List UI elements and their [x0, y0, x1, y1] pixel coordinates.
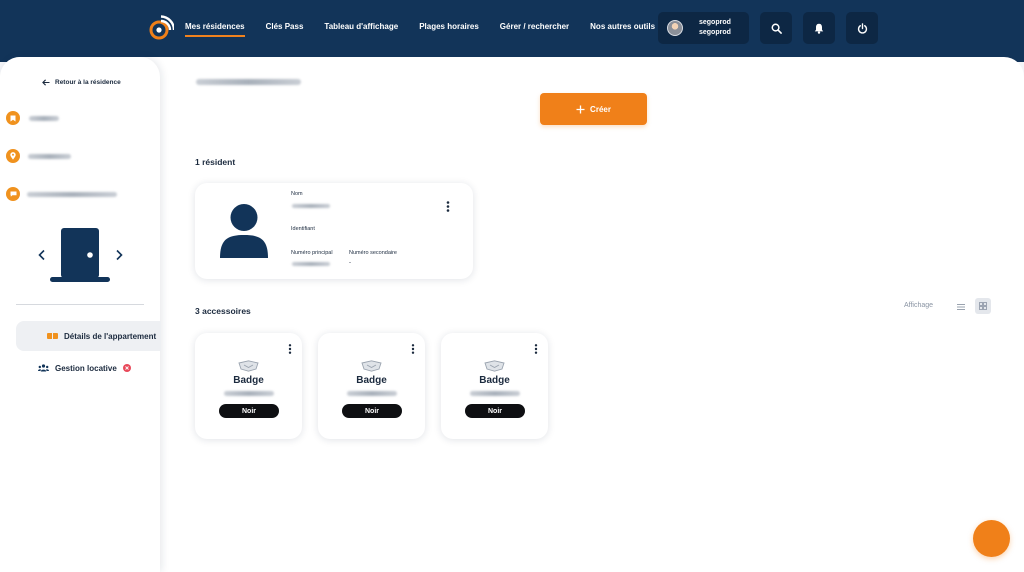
plus-icon — [576, 105, 585, 113]
sidebar-item-rental-management-label: Gestion locative — [55, 363, 117, 373]
user-names: segoprod segoprod — [699, 18, 731, 38]
user-menu-button[interactable]: segoprod segoprod — [658, 12, 749, 44]
name-label: Nom — [291, 191, 303, 197]
more-options-icon[interactable] — [411, 344, 415, 354]
list-view-icon[interactable] — [956, 302, 966, 312]
more-options-icon[interactable] — [534, 344, 538, 354]
grid-view-icon — [979, 302, 987, 310]
nav-tableau-affichage[interactable]: Tableau d'affichage — [324, 22, 398, 40]
residents-section-title: 1 résident — [195, 157, 236, 167]
app-logo-icon[interactable] — [148, 15, 174, 41]
user-line-1: segoprod — [699, 19, 731, 26]
redacted-apartment-info — [27, 191, 117, 197]
badge-tag-icon — [484, 360, 505, 372]
apartment-info-row — [6, 187, 117, 201]
floating-action-button[interactable] — [973, 520, 1010, 557]
bookmark-icon — [6, 111, 20, 125]
resident-card[interactable]: Nom Identifiant Numéro principal Numéro … — [195, 183, 473, 279]
identifier-label: Identifiant — [291, 226, 315, 232]
accessory-card[interactable]: Badge Noir — [441, 333, 548, 439]
nav-nos-autres-outils-label: Nos autres outils — [590, 22, 656, 31]
back-to-residence-link[interactable]: Retour à la résidence — [42, 79, 121, 86]
apartment-selector — [30, 226, 130, 284]
redacted-residence-name — [29, 115, 59, 121]
create-button[interactable]: Créer — [540, 93, 647, 125]
accessory-card[interactable]: Badge Noir — [195, 333, 302, 439]
primary-number-label: Numéro principal — [291, 250, 333, 256]
redacted-name-value — [292, 204, 330, 208]
residence-address-row — [6, 149, 71, 163]
nav-nos-autres-outils[interactable]: Nos autres outils▼ — [590, 22, 666, 40]
nav-gerer-rechercher[interactable]: Gérer / rechercher — [500, 22, 569, 40]
search-button[interactable] — [760, 12, 792, 44]
chevron-right-icon[interactable] — [115, 249, 123, 261]
nav-mes-residences[interactable]: Mes résidences — [185, 22, 245, 40]
nav-cles-pass[interactable]: Clés Pass — [266, 22, 304, 40]
location-pin-icon — [6, 149, 20, 163]
sidebar-item-apartment-details-label: Détails de l'appartement — [64, 331, 157, 341]
accessory-color-badge: Noir — [465, 404, 525, 418]
top-navigation-bar: Mes résidences Clés Pass Tableau d'affic… — [0, 0, 1024, 62]
redacted-primary-number — [292, 262, 330, 266]
chevron-left-icon[interactable] — [38, 249, 46, 261]
notifications-button[interactable] — [803, 12, 835, 44]
redacted-accessory-id — [347, 391, 397, 396]
sidebar-item-apartment-details[interactable]: Détails de l'appartement — [16, 321, 161, 351]
accessory-color-badge: Noir — [342, 404, 402, 418]
users-icon — [38, 364, 49, 372]
badge-tag-icon — [361, 360, 382, 372]
sidebar — [0, 57, 160, 572]
nav-plages-horaires[interactable]: Plages horaires — [419, 22, 479, 40]
arrow-left-icon — [42, 79, 50, 86]
sidebar-divider — [16, 304, 144, 305]
accessories-section-title: 3 accessoires — [195, 306, 251, 316]
avatar — [667, 20, 683, 36]
accessory-name: Badge — [356, 375, 387, 386]
close-icon — [122, 364, 131, 372]
bell-icon — [814, 23, 824, 34]
secondary-number-label: Numéro secondaire — [349, 250, 397, 256]
power-icon — [857, 22, 867, 34]
residence-name-row — [6, 111, 59, 125]
more-options-icon[interactable] — [446, 201, 450, 212]
accessory-card[interactable]: Badge Noir — [318, 333, 425, 439]
back-to-residence-label: Retour à la résidence — [55, 79, 121, 86]
grid-view-button[interactable] — [975, 298, 991, 314]
furniture-icon — [47, 333, 58, 339]
door-icon — [50, 228, 110, 282]
redacted-accessory-id — [470, 391, 520, 396]
secondary-number-value: - — [349, 260, 351, 266]
user-line-2: segoprod — [699, 29, 731, 36]
accessory-name: Badge — [233, 375, 264, 386]
main-nav: Mes résidences Clés Pass Tableau d'affic… — [185, 22, 666, 40]
accessory-name: Badge — [479, 375, 510, 386]
sidebar-item-rental-management[interactable]: Gestion locative — [38, 361, 131, 375]
redacted-accessory-id — [224, 391, 274, 396]
user-silhouette-icon — [220, 204, 268, 258]
logout-button[interactable] — [846, 12, 878, 44]
accessory-color-badge: Noir — [219, 404, 279, 418]
display-mode-label: Affichage — [904, 302, 934, 309]
create-button-label: Créer — [590, 104, 611, 114]
redacted-page-title — [196, 79, 301, 85]
search-icon — [771, 23, 782, 34]
badge-tag-icon — [238, 360, 259, 372]
chat-bubble-icon — [6, 187, 20, 201]
more-options-icon[interactable] — [288, 344, 292, 354]
redacted-residence-address — [28, 153, 71, 159]
